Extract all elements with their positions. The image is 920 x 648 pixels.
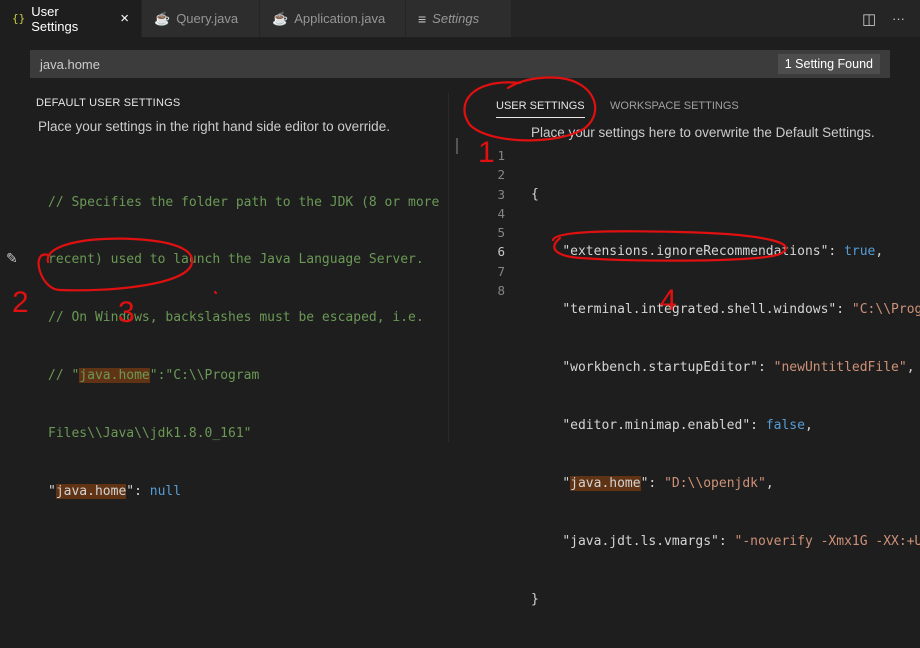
close-brace: } xyxy=(531,591,539,607)
user-settings-editor[interactable]: { "extensions.ignoreRecommendations": tr… xyxy=(531,146,920,648)
comment-line: // Specifies the folder path to the JDK … xyxy=(48,194,440,210)
setting-value: "newUntitledFile" xyxy=(773,360,907,376)
separator: : xyxy=(828,244,845,260)
json-braces-icon: {} xyxy=(12,12,26,25)
tab-user-settings-scope[interactable]: USER SETTINGS xyxy=(496,100,585,118)
default-settings-code: // Specifies the folder path to the JDK … xyxy=(48,154,439,540)
tab-workspace-settings-scope[interactable]: WORKSPACE SETTINGS xyxy=(610,100,739,112)
scope-tab-label: USER SETTINGS xyxy=(496,100,585,112)
setting-value: "D:\\openjdk" xyxy=(664,476,766,492)
tab-query-java[interactable]: ☕ Query.java xyxy=(142,0,260,37)
line-number: 5 xyxy=(497,225,505,241)
code-line[interactable]: "terminal.integrated.shell.windows": "C:… xyxy=(531,300,920,319)
setting-key: "extensions.ignoreRecommendations" xyxy=(562,244,829,260)
tab-label: Application.java xyxy=(294,11,386,26)
search-bar-area: java.home 1 Setting Found xyxy=(0,37,920,93)
setting-key: "terminal.integrated.shell.windows" xyxy=(562,302,837,318)
active-tab-underline xyxy=(496,117,585,118)
comma: , xyxy=(765,476,774,492)
tab-bar: {} User Settings × ☕ Query.java ☕ Applic… xyxy=(0,0,920,37)
setting-key: "workbench.startupEditor" xyxy=(562,360,758,376)
setting-value: true xyxy=(844,244,876,260)
separator: : xyxy=(750,418,766,434)
tab-label: Settings xyxy=(432,11,480,26)
settings-list-icon: ≡ xyxy=(418,10,427,27)
comment-text: ":"C:\\Program xyxy=(149,368,260,384)
search-highlight: java.home xyxy=(79,368,150,384)
comma: , xyxy=(906,360,915,376)
default-settings-hint: Place your settings in the right hand si… xyxy=(38,119,390,134)
line-number: 6 xyxy=(497,244,505,260)
tab-label: User Settings xyxy=(31,3,79,34)
code-line[interactable]: "extensions.ignoreRecommendations": true… xyxy=(531,242,920,261)
separator: : xyxy=(836,302,852,318)
comment-line: recent) used to launch the Java Language… xyxy=(48,252,424,268)
setting-value: null xyxy=(149,484,182,500)
code-line[interactable]: "java.jdt.ls.vmargs": "-noverify -Xmx1G … xyxy=(531,532,920,551)
separator: : xyxy=(648,476,665,492)
setting-value: "C:\\Progr xyxy=(851,302,920,318)
comment-line: // "java.home":"C:\\Program xyxy=(48,366,439,385)
line-number: 2 xyxy=(497,167,505,183)
setting-value: false xyxy=(765,418,805,434)
java-file-icon: ☕ xyxy=(154,10,171,26)
user-settings-panel: USER SETTINGS WORKSPACE SETTINGS Place y… xyxy=(448,93,920,607)
comma: , xyxy=(875,244,884,260)
code-line-current[interactable]: "java.home": "D:\\openjdk", xyxy=(531,474,920,493)
setting-separator: ": xyxy=(126,484,150,500)
setting-value: "-noverify -Xmx1G -XX:+Us xyxy=(734,533,920,549)
quote: " xyxy=(48,484,56,500)
split-editor-icon[interactable]: ◫ xyxy=(862,0,876,37)
tab-settings[interactable]: ≡ Settings xyxy=(406,0,512,37)
close-icon[interactable]: × xyxy=(120,10,129,27)
more-actions-icon[interactable]: ··· xyxy=(892,0,905,37)
comment-line: // On Windows, backslashes must be escap… xyxy=(48,310,424,326)
open-brace: { xyxy=(531,186,539,202)
tab-user-settings[interactable]: {} User Settings × xyxy=(0,0,142,37)
overview-ruler-marker xyxy=(456,138,458,154)
comment-line: Files\\Java\\jdk1.8.0_161" xyxy=(48,426,252,442)
java-file-icon: ☕ xyxy=(272,10,289,26)
search-input-value: java.home xyxy=(40,56,100,72)
setting-key: java.home xyxy=(55,484,127,500)
separator: : xyxy=(757,360,774,376)
line-number: 3 xyxy=(497,186,505,202)
code-line[interactable]: "editor.minimap.enabled": false, xyxy=(531,416,920,435)
line-number: 1 xyxy=(497,148,505,163)
edit-pencil-icon[interactable]: ✎ xyxy=(6,250,18,267)
default-settings-panel: DEFAULT USER SETTINGS Place your setting… xyxy=(0,93,448,500)
results-count-badge: 1 Setting Found xyxy=(777,54,880,74)
line-number: 7 xyxy=(497,263,505,279)
tab-label: Query.java xyxy=(176,11,239,26)
search-highlight: java.home xyxy=(570,476,641,492)
comment-text: // " xyxy=(48,368,80,384)
java-home-default-setting[interactable]: "java.home": null xyxy=(48,482,439,501)
setting-key: "editor.minimap.enabled" xyxy=(562,418,751,434)
tab-application-java[interactable]: ☕ Application.java xyxy=(260,0,406,37)
default-settings-header: DEFAULT USER SETTINGS xyxy=(36,97,181,109)
line-number: 4 xyxy=(497,205,505,221)
line-number: 8 xyxy=(497,283,505,299)
separator: : xyxy=(718,533,735,549)
setting-key: "java.jdt.ls.vmargs" xyxy=(562,533,719,549)
scope-tab-label: WORKSPACE SETTINGS xyxy=(610,100,739,112)
comma: , xyxy=(804,418,813,434)
search-input[interactable]: java.home 1 Setting Found xyxy=(30,50,890,78)
user-settings-hint: Place your settings here to overwrite th… xyxy=(531,125,875,140)
code-line[interactable]: "workbench.startupEditor": "newUntitledF… xyxy=(531,358,920,377)
line-numbers: 1 2 3 4 5 6 7 8 xyxy=(485,146,505,300)
